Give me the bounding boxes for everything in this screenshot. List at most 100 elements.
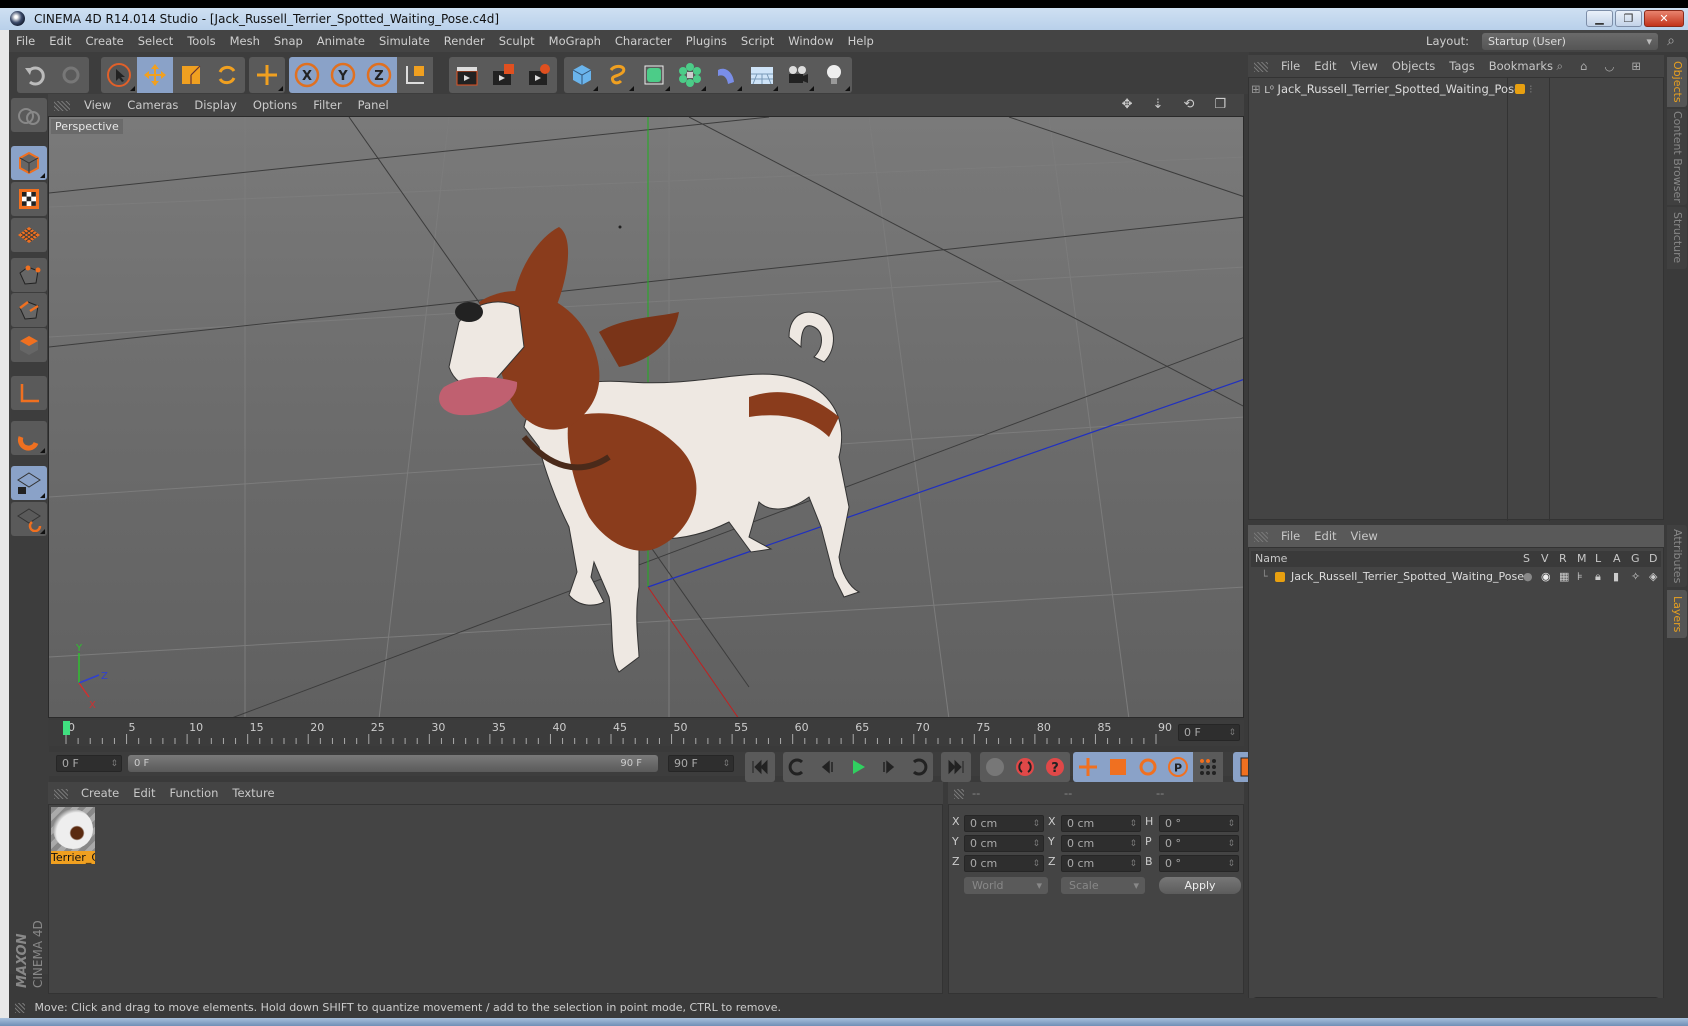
make-editable-icon[interactable]: [11, 98, 47, 132]
object-name[interactable]: Jack_Russell_Terrier_Spotted_Waiting_Pos…: [1278, 82, 1522, 96]
coordinate-system-icon[interactable]: [397, 57, 433, 93]
tab-structure[interactable]: Structure: [1667, 207, 1687, 269]
restore-button[interactable]: ❐: [1615, 10, 1642, 27]
objects-menu-edit[interactable]: Edit: [1307, 55, 1343, 77]
material-menu-create[interactable]: Create: [74, 782, 126, 804]
render-picture-viewer-icon[interactable]: [485, 57, 521, 93]
viewport-menu-display[interactable]: Display: [186, 94, 244, 116]
goto-end-icon[interactable]: [941, 752, 971, 782]
material-swatch[interactable]: Terrier_C: [51, 807, 97, 867]
viewport-menu-view[interactable]: View: [76, 94, 119, 116]
layers-menu-edit[interactable]: Edit: [1307, 525, 1343, 547]
create-tool-icon[interactable]: [249, 57, 285, 93]
frame-range-slider[interactable]: 0 F 90 F: [128, 755, 658, 772]
3d-viewport[interactable]: Y Z X Perspective: [48, 116, 1244, 718]
objects-menu-objects[interactable]: Objects: [1385, 55, 1442, 77]
menu-help[interactable]: Help: [841, 30, 881, 52]
menu-sculpt[interactable]: Sculpt: [492, 30, 542, 52]
pan-icon[interactable]: ✥: [1114, 94, 1145, 116]
viewport-menu-filter[interactable]: Filter: [305, 94, 349, 116]
pos-y-field[interactable]: 0 cm: [964, 835, 1044, 852]
column-locked[interactable]: L: [1595, 551, 1601, 567]
maximize-view-icon[interactable]: ❐: [1206, 94, 1238, 116]
z-axis-lock-icon[interactable]: Z: [361, 57, 397, 93]
menu-file[interactable]: File: [9, 30, 42, 52]
coordinate-mode-select[interactable]: Scale: [1061, 877, 1145, 894]
coordinate-space-select[interactable]: World: [964, 877, 1048, 894]
goto-start-icon[interactable]: [745, 752, 775, 782]
texture-mode-icon[interactable]: [11, 182, 47, 216]
menu-create[interactable]: Create: [79, 30, 131, 52]
column-view[interactable]: V: [1541, 551, 1549, 567]
objects-menu-file[interactable]: File: [1274, 55, 1307, 77]
material-menu-edit[interactable]: Edit: [126, 782, 162, 804]
camera-icon[interactable]: [780, 57, 816, 93]
edges-mode-icon[interactable]: [11, 293, 47, 327]
object-row[interactable]: ⊞ L⁰ Jack_Russell_Terrier_Spotted_Waitin…: [1251, 80, 1661, 98]
layer-color-swatch[interactable]: [1515, 84, 1525, 94]
key-parameter-icon[interactable]: P: [1163, 752, 1193, 782]
layer-name[interactable]: Jack_Russell_Terrier_Spotted_Waiting_Pos…: [1291, 569, 1524, 585]
menu-edit[interactable]: Edit: [42, 30, 78, 52]
apply-button[interactable]: Apply: [1159, 877, 1241, 894]
timeline-ruler[interactable]: 0 5 10 15 20 25 30 35 40 45 50 55 60 65 70 75 80 85 90 0 F: [48, 720, 1244, 746]
magnet-tweak-icon[interactable]: [11, 421, 47, 455]
playhead-marker[interactable]: [63, 721, 70, 735]
tab-objects[interactable]: Objects: [1667, 57, 1687, 107]
x-axis-lock-icon[interactable]: X: [289, 57, 325, 93]
menu-plugins[interactable]: Plugins: [679, 30, 734, 52]
key-rotation-icon[interactable]: [1133, 752, 1163, 782]
layer-row[interactable]: └ Jack_Russell_Terrier_Spotted_Waiting_P…: [1251, 569, 1661, 585]
column-generators[interactable]: G: [1631, 551, 1640, 567]
home-icon[interactable]: ⌂: [1573, 55, 1597, 77]
viewport-menu-cameras[interactable]: Cameras: [119, 94, 186, 116]
next-key-icon[interactable]: [903, 752, 933, 782]
menu-animate[interactable]: Animate: [310, 30, 372, 52]
column-animation[interactable]: A: [1613, 551, 1621, 567]
scale-icon[interactable]: [173, 57, 209, 93]
viewport-menu-panel[interactable]: Panel: [350, 94, 397, 116]
material-menu-function[interactable]: Function: [163, 782, 226, 804]
pos-z-field[interactable]: 0 cm: [964, 855, 1044, 872]
light-icon[interactable]: [816, 57, 852, 93]
orbit-icon[interactable]: ⟲: [1175, 94, 1206, 116]
render-toggle-icon[interactable]: ▦: [1559, 569, 1569, 585]
start-frame-field[interactable]: 0 F: [56, 755, 122, 772]
size-y-field[interactable]: 0 cm: [1061, 835, 1141, 852]
animation-toggle-icon[interactable]: ▮: [1613, 569, 1619, 585]
search-icon[interactable]: ⌕: [1660, 30, 1682, 52]
key-position-icon[interactable]: [1073, 752, 1103, 782]
rot-b-field[interactable]: 0 °: [1159, 855, 1239, 872]
lock-toggle-icon[interactable]: 🔒︎: [1595, 569, 1601, 585]
axis-mode-icon[interactable]: [11, 376, 47, 410]
tab-layers[interactable]: Layers: [1667, 590, 1687, 638]
manager-toggle-icon[interactable]: ⊧: [1577, 569, 1583, 585]
panel-grip-icon[interactable]: [1254, 531, 1268, 542]
play-icon[interactable]: [843, 752, 873, 782]
expand-icon[interactable]: ⊞: [1251, 82, 1261, 96]
model-mode-icon[interactable]: [11, 146, 47, 180]
autokey-record-icon[interactable]: [1010, 752, 1040, 782]
rot-h-field[interactable]: 0 °: [1159, 815, 1239, 832]
spline-pen-icon[interactable]: [600, 57, 636, 93]
live-selection-icon[interactable]: [101, 57, 137, 93]
camera-label[interactable]: Perspective: [51, 119, 123, 134]
undo-icon[interactable]: [17, 57, 53, 93]
deformers-toggle-icon[interactable]: ◈: [1649, 569, 1657, 585]
cube-primitive-icon[interactable]: [564, 57, 600, 93]
menu-render[interactable]: Render: [437, 30, 492, 52]
column-render[interactable]: R: [1559, 551, 1567, 567]
close-button[interactable]: ✕: [1644, 10, 1684, 27]
menu-simulate[interactable]: Simulate: [372, 30, 437, 52]
menu-select[interactable]: Select: [131, 30, 180, 52]
record-link-icon[interactable]: [980, 752, 1010, 782]
tab-attributes[interactable]: Attributes: [1667, 525, 1687, 587]
size-z-field[interactable]: 0 cm: [1061, 855, 1141, 872]
next-frame-icon[interactable]: [873, 752, 903, 782]
layers-menu-file[interactable]: File: [1274, 525, 1307, 547]
current-frame-field[interactable]: 0 F: [1178, 724, 1240, 741]
visibility-dots-icon[interactable]: ⁝: [1529, 80, 1533, 98]
objects-menu-tags[interactable]: Tags: [1442, 55, 1481, 77]
rot-p-field[interactable]: 0 °: [1159, 835, 1239, 852]
prev-key-icon[interactable]: [783, 752, 813, 782]
